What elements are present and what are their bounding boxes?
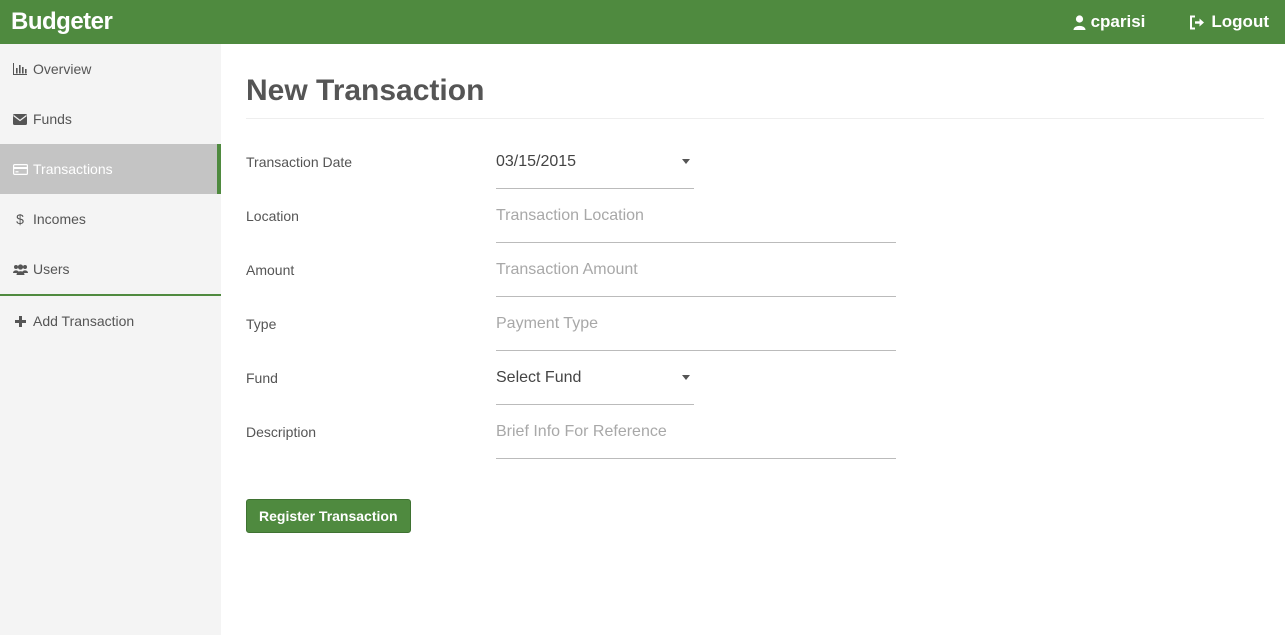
sidebar-item-users[interactable]: Users: [0, 244, 221, 294]
dollar-icon: $: [16, 211, 24, 227]
form-row-type: Type Payment Type: [246, 297, 1264, 351]
caret-down-icon: [682, 159, 690, 164]
sidebar-item-funds[interactable]: Funds: [0, 94, 221, 144]
user-menu-link[interactable]: cparisi: [1073, 12, 1146, 32]
nav-right: cparisi Logout: [1073, 0, 1269, 44]
register-transaction-button[interactable]: Register Transaction: [246, 499, 411, 533]
sidebar-item-label: Overview: [33, 61, 92, 77]
form-row-description: Description Brief Info For Reference: [246, 405, 1264, 459]
description-label: Description: [246, 424, 317, 440]
fund-value: Select Fund: [496, 368, 582, 386]
amount-placeholder: Transaction Amount: [496, 260, 638, 278]
user-icon: [1073, 14, 1086, 30]
sidebar-item-label: Users: [33, 261, 70, 277]
sidebar-item-label: Add Transaction: [33, 313, 135, 329]
transaction-date-select[interactable]: 03/15/2015: [496, 135, 694, 189]
location-input[interactable]: Transaction Location: [496, 189, 896, 243]
date-label: Transaction Date: [246, 154, 353, 170]
description-placeholder: Brief Info For Reference: [496, 422, 667, 440]
sidebar-item-label: Transactions: [33, 161, 113, 177]
form-row-amount: Amount Transaction Amount: [246, 243, 1264, 297]
sidebar-item-incomes[interactable]: $ Incomes: [0, 194, 221, 244]
main-content: New Transaction Transaction Date 03/15/2…: [246, 44, 1264, 533]
amount-label: Amount: [246, 262, 295, 278]
users-icon: [12, 263, 28, 275]
new-transaction-form: Transaction Date 03/15/2015 Location Tra…: [246, 135, 1264, 533]
envelope-icon: [12, 113, 28, 125]
description-input[interactable]: Brief Info For Reference: [496, 405, 896, 459]
payment-type-input[interactable]: Payment Type: [496, 297, 896, 351]
sidebar-item-overview[interactable]: Overview: [0, 44, 221, 94]
brand-logo[interactable]: Budgeter: [11, 8, 113, 36]
date-value: 03/15/2015: [496, 152, 577, 170]
plus-icon: [12, 315, 28, 327]
form-row-date: Transaction Date 03/15/2015: [246, 135, 1264, 189]
sidebar-item-add-transaction[interactable]: Add Transaction: [0, 296, 221, 346]
amount-input[interactable]: Transaction Amount: [496, 243, 896, 297]
sidebar-item-label: Incomes: [33, 211, 86, 227]
type-placeholder: Payment Type: [496, 314, 598, 332]
location-label: Location: [246, 208, 299, 224]
logout-label: Logout: [1211, 12, 1269, 31]
caret-down-icon: [682, 375, 690, 380]
top-navbar: Budgeter cparisi Logout: [0, 0, 1285, 44]
credit-card-icon: [12, 163, 28, 175]
sidebar-item-label: Funds: [33, 111, 72, 127]
form-row-fund: Fund Select Fund: [246, 351, 1264, 405]
bar-chart-icon: [12, 63, 28, 75]
form-row-location: Location Transaction Location: [246, 189, 1264, 243]
location-placeholder: Transaction Location: [496, 206, 644, 224]
page-title: New Transaction: [246, 74, 1264, 119]
sidebar: Overview Funds Transactions $ Incomes Us…: [0, 44, 221, 635]
logout-link[interactable]: Logout: [1189, 12, 1269, 32]
logout-icon: [1190, 15, 1205, 29]
username-label: cparisi: [1090, 12, 1146, 31]
type-label: Type: [246, 316, 277, 332]
sidebar-item-transactions[interactable]: Transactions: [0, 144, 221, 194]
fund-label: Fund: [246, 370, 278, 386]
fund-select[interactable]: Select Fund: [496, 351, 694, 405]
